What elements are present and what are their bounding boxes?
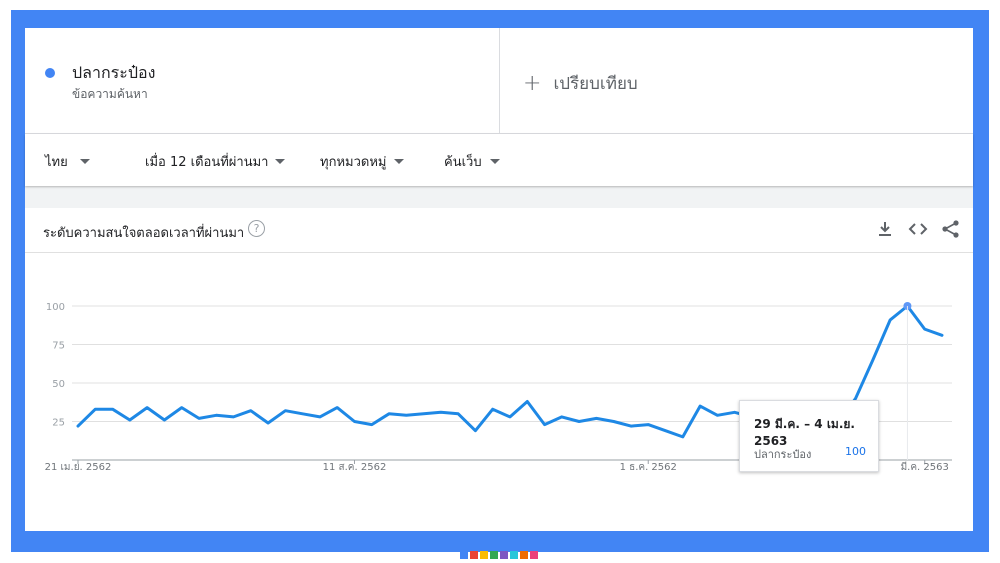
color-swatch [530, 551, 538, 559]
color-swatch [510, 551, 518, 559]
x-tick-label: 1 ธ.ค. 2562 [620, 462, 677, 473]
color-swatch [490, 551, 498, 559]
color-swatch [520, 551, 528, 559]
tooltip-value: 100 [845, 445, 866, 458]
color-swatch [500, 551, 508, 559]
color-swatch [470, 551, 478, 559]
y-tick-label: 100 [46, 302, 65, 313]
data-tooltip: 29 มี.ค. – 4 เม.ย. 2563 ปลากระป๋อง 100 [739, 400, 879, 472]
tooltip-series-label: ปลากระป๋อง [754, 448, 812, 461]
color-swatch [460, 551, 468, 559]
x-tick-label: 21 เม.ย. 2562 [45, 462, 112, 473]
x-tick-label: มี.ค. 2563 [901, 461, 949, 473]
y-tick-label: 75 [52, 341, 65, 352]
y-tick-label: 50 [52, 379, 65, 390]
x-tick-label: 11 ส.ค. 2562 [323, 462, 387, 473]
color-swatch [480, 551, 488, 559]
tooltip-date: 29 มี.ค. – 4 เม.ย. 2563 [754, 417, 855, 448]
trends-panel: ปลากระป๋อง ข้อความค้นหา + เปรียบเทียบ ไทย… [25, 28, 973, 531]
y-tick-label: 25 [52, 418, 65, 429]
